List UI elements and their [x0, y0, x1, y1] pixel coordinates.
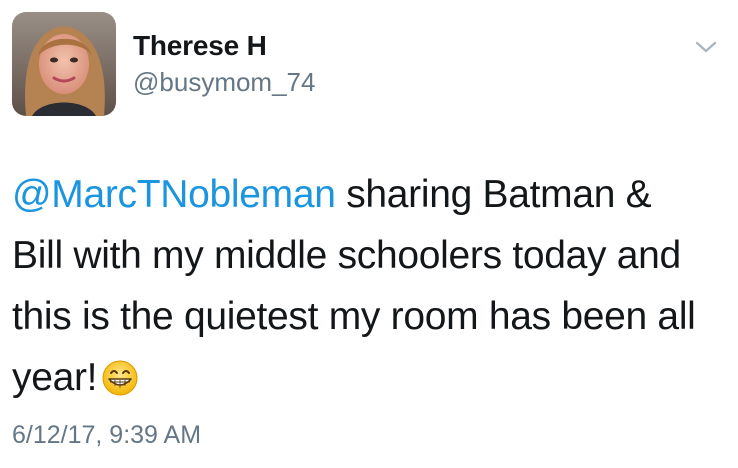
- grinning-face-with-smiling-eyes-icon: [101, 354, 139, 415]
- chevron-down-icon[interactable]: [686, 32, 726, 62]
- tweet-text-segment: year!: [12, 356, 98, 399]
- tweet-text-segment: sharing Batman &: [335, 173, 652, 216]
- tweet-line-4: year!: [12, 347, 728, 415]
- tweet-timestamp[interactable]: 6/12/17, 9:39 AM: [12, 421, 201, 450]
- tweet-card: Therese H @busymom_74 @MarcTNobleman sha…: [0, 0, 738, 468]
- tweet-line-2: Bill with my middle schoolers today and: [12, 234, 681, 277]
- tweet-line-3: this is the quietest my room has been al…: [12, 295, 696, 338]
- tweet-text: @MarcTNobleman sharing Batman & Bill wit…: [12, 164, 728, 415]
- tweet-line-1: @MarcTNobleman sharing Batman &: [12, 164, 728, 225]
- avatar[interactable]: [12, 12, 116, 116]
- display-name[interactable]: Therese H: [133, 30, 267, 62]
- mention-link[interactable]: @MarcTNobleman: [12, 173, 336, 216]
- user-handle[interactable]: @busymom_74: [133, 67, 315, 98]
